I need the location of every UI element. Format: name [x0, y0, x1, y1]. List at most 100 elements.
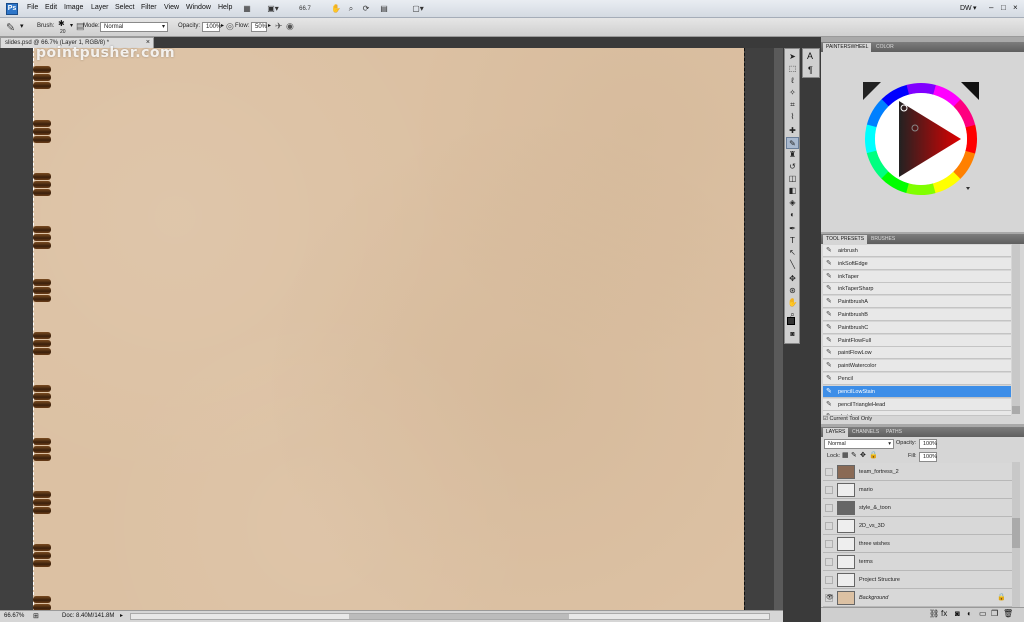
tool-preset-item[interactable]: ✎ PaintbrushC	[823, 321, 1011, 334]
airbrush-icon[interactable]: ✈	[275, 21, 283, 32]
layer-row[interactable]: team_fortress_2	[823, 463, 1012, 481]
minimize-button[interactable]: –	[989, 3, 993, 12]
layer-style-icon[interactable]: fx	[941, 609, 947, 618]
mode-select[interactable]: Normal ▾	[100, 22, 168, 32]
layer-opacity-field[interactable]: 100%	[919, 439, 937, 449]
delete-layer-icon[interactable]: 🗑	[1003, 609, 1013, 618]
flow-field[interactable]: 50%	[251, 22, 267, 32]
lock-image-icon[interactable]: ✎	[851, 451, 857, 459]
3d-orbit-tool-icon[interactable]: ⊛	[786, 285, 799, 297]
tool-preset-item[interactable]: ✎ pencilLowStain	[823, 385, 1011, 398]
lock-position-icon[interactable]: ✥	[860, 451, 866, 459]
layer-row[interactable]: Project Structure	[823, 571, 1012, 589]
new-group-icon[interactable]: ▭	[979, 609, 987, 618]
quick-mask-icon[interactable]: ◙	[786, 329, 799, 341]
history-brush-tool-icon[interactable]: ↺	[786, 161, 799, 173]
layer-row[interactable]: terms	[823, 553, 1012, 571]
path-select-tool-icon[interactable]: ↖	[786, 247, 799, 259]
mini-bridge-icon[interactable]: ▣▾	[262, 3, 284, 15]
screen-mode-icon[interactable]: ▢▾	[408, 3, 428, 15]
eraser-tool-icon[interactable]: ◫	[786, 173, 799, 185]
menu-select[interactable]: Select	[115, 4, 134, 11]
shape-tool-icon[interactable]: ╲	[786, 259, 799, 271]
menu-view[interactable]: View	[164, 4, 179, 11]
pressure-size-icon[interactable]: ◉	[286, 21, 294, 32]
add-mask-icon[interactable]: ◙	[955, 609, 960, 618]
status-zoom[interactable]: 66.67%	[4, 611, 24, 622]
visibility-toggle[interactable]	[825, 468, 833, 476]
3d-rotate-tool-icon[interactable]: ✥	[786, 273, 799, 285]
layer-row[interactable]: 2D_vs_3D	[823, 517, 1012, 535]
tool-preset-item[interactable]: ✎ airbrush	[823, 245, 1011, 257]
zoom-tool-icon[interactable]: ⌕	[345, 3, 357, 15]
quick-select-tool-icon[interactable]: ✧	[786, 87, 799, 99]
current-tool-only-checkbox[interactable]: ☑ Current Tool Only	[823, 416, 872, 422]
tab-paths[interactable]: PATHS	[883, 428, 905, 437]
menu-file[interactable]: File	[27, 4, 38, 11]
link-layers-icon[interactable]: ⛓	[929, 609, 939, 618]
move-tool-icon[interactable]: ➤	[786, 51, 799, 63]
character-panel-icon[interactable]: A	[807, 51, 813, 61]
crop-tool-icon[interactable]: ⌗	[786, 99, 799, 111]
tab-channels[interactable]: CHANNELS	[849, 428, 882, 437]
clone-stamp-tool-icon[interactable]: ♜	[786, 149, 799, 161]
tool-preset-item[interactable]: ✎ pencilTriangleHead	[823, 398, 1011, 411]
presets-scrollbar[interactable]	[1012, 244, 1020, 414]
status-icon[interactable]: ⊞	[33, 611, 39, 622]
arrange-documents-icon[interactable]: ▤	[378, 3, 390, 15]
lock-all-icon[interactable]: 🔒	[869, 451, 878, 459]
foreground-color-swatch[interactable]	[787, 317, 795, 325]
menu-filter[interactable]: Filter	[141, 4, 157, 11]
new-layer-icon[interactable]: ❐	[991, 609, 998, 618]
layer-row[interactable]: style_&_toon	[823, 499, 1012, 517]
tab-tool-presets[interactable]: TOOL PRESETS	[823, 235, 868, 244]
status-menu-icon[interactable]: ▸	[120, 611, 123, 622]
dodge-tool-icon[interactable]: ◐	[786, 209, 799, 221]
marquee-tool-icon[interactable]: ⬚	[786, 63, 799, 75]
hand-tool-icon[interactable]: ✋	[330, 3, 342, 15]
bridge-icon[interactable]: ▦	[240, 3, 254, 15]
menu-layer[interactable]: Layer	[91, 4, 109, 11]
visibility-toggle[interactable]	[825, 504, 833, 512]
presets-scroll-thumb[interactable]	[1012, 406, 1020, 414]
layers-scroll-thumb[interactable]	[1012, 518, 1020, 548]
layer-row[interactable]: 👁 Background 🔒	[823, 589, 1012, 607]
menu-help[interactable]: Help	[218, 4, 232, 11]
horizontal-scrollbar[interactable]	[130, 613, 770, 620]
tool-preset-item[interactable]: ✎ inkSoftEdge	[823, 257, 1011, 270]
type-tool-icon[interactable]: T	[786, 235, 799, 247]
workspace-dropdown-icon[interactable]: ▾	[973, 4, 977, 12]
zoom-level-dropdown[interactable]: 66.7	[290, 3, 320, 15]
visibility-toggle[interactable]	[825, 576, 833, 584]
tab-color[interactable]: COLOR	[873, 43, 897, 52]
pen-tool-icon[interactable]: ✒	[786, 223, 799, 235]
visibility-toggle[interactable]	[825, 540, 833, 548]
eyedropper-tool-icon[interactable]: ⌇	[786, 111, 799, 123]
tab-brushes[interactable]: BRUSHES	[868, 235, 898, 244]
fill-field[interactable]: 100%	[919, 452, 937, 462]
maximize-button[interactable]: □	[1001, 3, 1006, 12]
horizontal-scroll-thumb[interactable]	[349, 614, 569, 619]
brush-tool-icon[interactable]: ✎	[6, 21, 15, 34]
brush-preview-icon[interactable]: ✱	[58, 19, 65, 28]
lasso-tool-icon[interactable]: ℓ	[786, 75, 799, 87]
visibility-toggle[interactable]	[825, 558, 833, 566]
hand-tool-icon[interactable]: ✋	[786, 297, 799, 309]
tool-preset-item[interactable]: ✎ PaintbrushB	[823, 309, 1011, 321]
menu-window[interactable]: Window	[186, 4, 211, 11]
visibility-toggle[interactable]	[825, 522, 833, 530]
adjustment-layer-icon[interactable]: ◐	[967, 609, 972, 618]
tool-preset-dropdown-icon[interactable]: ▾	[20, 22, 24, 30]
brush-tool-button[interactable]: ✎	[786, 137, 799, 149]
vertical-scrollbar[interactable]	[774, 48, 783, 610]
menu-image[interactable]: Image	[64, 4, 83, 11]
tool-preset-item[interactable]: ✎ inkTaperSharp	[823, 283, 1011, 296]
healing-brush-tool-icon[interactable]: ✚	[786, 125, 799, 137]
tool-preset-item[interactable]: ✎ inkTaper	[823, 270, 1011, 283]
brush-dropdown-icon[interactable]: ▾	[70, 22, 73, 29]
paragraph-panel-icon[interactable]: ¶	[808, 65, 813, 75]
opacity-slider-icon[interactable]: ▸	[221, 22, 224, 29]
layers-scrollbar[interactable]	[1012, 462, 1020, 607]
layer-row[interactable]: three wishes	[823, 535, 1012, 553]
color-wheel[interactable]	[821, 52, 1024, 232]
